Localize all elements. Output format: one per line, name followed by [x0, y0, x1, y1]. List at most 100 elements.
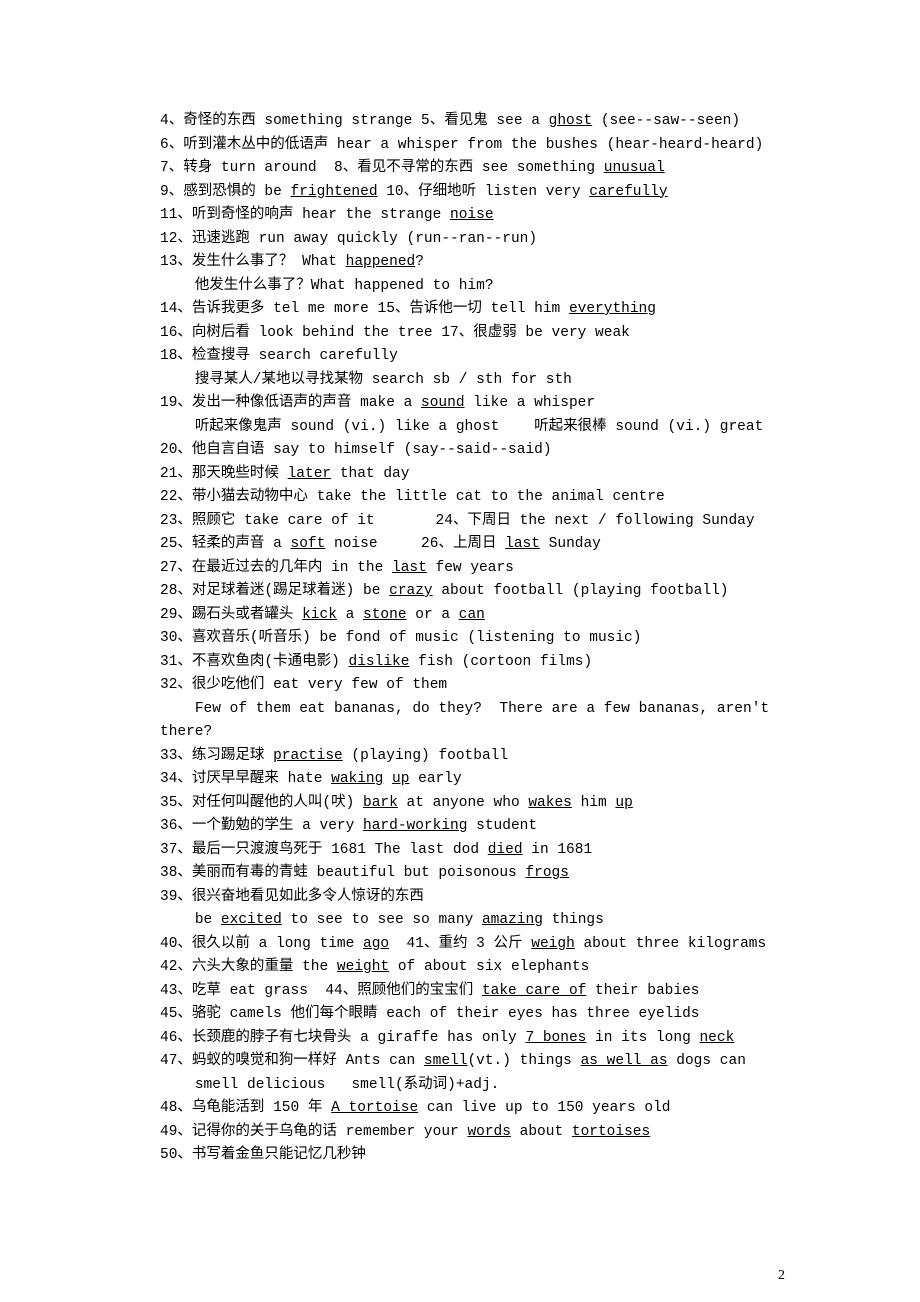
text-line: 4、奇怪的东西 something strange 5、看见鬼 see a gh… [160, 110, 788, 134]
underlined-text: tortoises [572, 1124, 650, 1140]
text-segment: about three kilograms [575, 936, 766, 952]
text-line: 45、骆驼 camels 他们每个眼睛 each of their eyes h… [160, 1003, 788, 1027]
text-segment: 6、听到灌木丛中的低语声 hear a whisper from the bus… [160, 137, 763, 153]
text-line: 18、检查搜寻 search carefully [160, 345, 788, 369]
text-line: 50、书写着金鱼只能记忆几秒钟 [160, 1144, 788, 1168]
text-line: 27、在最近过去的几年内 in the last few years [160, 557, 788, 581]
underlined-text: can [459, 607, 485, 623]
text-segment: (playing) football [343, 748, 508, 764]
text-line: 32、很少吃他们 eat very few of them [160, 674, 788, 698]
text-segment: at anyone who [398, 795, 529, 811]
text-line: 36、一个勤勉的学生 a very hard-working student [160, 815, 788, 839]
underlined-text: died [488, 842, 523, 858]
underlined-text: weight [337, 959, 389, 975]
text-segment: 48、乌龟能活到 150 年 [160, 1100, 331, 1116]
text-line: 35、对任何叫醒他的人叫(吠) bark at anyone who wakes… [160, 792, 788, 816]
underlined-text: noise [450, 207, 494, 223]
text-segment: in 1681 [523, 842, 593, 858]
text-segment: 22、带小猫去动物中心 take the little cat to the a… [160, 489, 665, 505]
text-segment: 20、他自言自语 say to himself (say--said--said… [160, 442, 552, 458]
text-line: 听起来像鬼声 sound (vi.) like a ghost 听起来很棒 so… [160, 416, 788, 440]
text-segment: (see--saw--seen) [592, 113, 740, 129]
text-segment: 13、发生什么事了？ What [160, 254, 346, 270]
text-segment: 19、发出一种像低语声的声音 make a [160, 395, 421, 411]
text-segment: to see to see so many [282, 912, 482, 928]
text-line: 42、六头大象的重量 the weight of about six eleph… [160, 956, 788, 980]
text-segment: 29、踢石头或者罐头 [160, 607, 302, 623]
text-line: 37、最后一只渡渡鸟死于 1681 The last dod died in 1… [160, 839, 788, 863]
underlined-text: everything [569, 301, 656, 317]
text-segment: can live up to 150 years old [418, 1100, 670, 1116]
text-segment: 41、重约 3 公斤 [389, 936, 531, 952]
underlined-text: last [392, 560, 427, 576]
text-segment: that day [331, 466, 409, 482]
underlined-text: bark [363, 795, 398, 811]
document-page: 4、奇怪的东西 something strange 5、看见鬼 see a gh… [0, 0, 920, 1228]
underlined-text: frogs [525, 865, 569, 881]
text-segment: about football (playing football) [433, 583, 729, 599]
text-line: 39、很兴奋地看见如此多令人惊讶的东西 [160, 886, 788, 910]
text-segment: 搜寻某人/某地以寻找某物 search sb / sth for sth [160, 372, 572, 388]
underlined-text: hard-working [363, 818, 467, 834]
text-segment: a [337, 607, 363, 623]
text-segment: their babies [586, 983, 699, 999]
text-segment: 21、那天晚些时候 [160, 466, 288, 482]
text-line: 22、带小猫去动物中心 take the little cat to the a… [160, 486, 788, 510]
text-line: 12、迅速逃跑 run away quickly (run--ran--run) [160, 228, 788, 252]
text-segment: dogs can [668, 1053, 746, 1069]
text-line: 29、踢石头或者罐头 kick a stone or a can [160, 604, 788, 628]
underlined-text: weigh [531, 936, 575, 952]
text-segment: 14、告诉我更多 tel me more 15、告诉他一切 tell him [160, 301, 569, 317]
text-line: 34、讨厌早早醒来 hate waking up early [160, 768, 788, 792]
text-segment: of about six elephants [389, 959, 589, 975]
text-segment: 46、长颈鹿的脖子有七块骨头 a giraffe has only [160, 1030, 525, 1046]
text-line: 11、听到奇怪的响声 hear the strange noise [160, 204, 788, 228]
text-line: 46、长颈鹿的脖子有七块骨头 a giraffe has only 7 bone… [160, 1027, 788, 1051]
underlined-text: up [615, 795, 632, 811]
page-number: 2 [0, 1228, 920, 1284]
text-line: 31、不喜欢鱼肉(卡通电影) dislike fish (cortoon fil… [160, 651, 788, 675]
text-segment: noise 26、上周日 [325, 536, 505, 552]
text-line: 47、蚂蚁的嗅觉和狗一样好 Ants can smell(vt.) things… [160, 1050, 788, 1074]
text-segment: about [511, 1124, 572, 1140]
text-segment: 37、最后一只渡渡鸟死于 1681 The last dod [160, 842, 488, 858]
text-line: 25、轻柔的声音 a soft noise 26、上周日 last Sunday [160, 533, 788, 557]
text-line: 19、发出一种像低语声的声音 make a sound like a whisp… [160, 392, 788, 416]
text-segment [383, 771, 392, 787]
text-line: 38、美丽而有毒的青蛙 beautiful but poisonous frog… [160, 862, 788, 886]
text-line: 49、记得你的关于乌龟的话 remember your words about … [160, 1121, 788, 1145]
underlined-text: later [288, 466, 332, 482]
underlined-text: smell [424, 1053, 468, 1069]
text-segment: smell delicious smell(系动词)+adj. [160, 1077, 499, 1093]
underlined-text: ago [363, 936, 389, 952]
underlined-text: excited [221, 912, 282, 928]
text-line: be excited to see to see so many amazing… [160, 909, 788, 933]
text-line: 6、听到灌木丛中的低语声 hear a whisper from the bus… [160, 134, 788, 158]
underlined-text: last [505, 536, 540, 552]
text-segment: 12、迅速逃跑 run away quickly (run--ran--run) [160, 231, 537, 247]
text-segment: 4、奇怪的东西 something strange 5、看见鬼 see a [160, 113, 549, 129]
underlined-text: carefully [589, 184, 667, 200]
text-line: 43、吃草 eat grass 44、照顾他们的宝宝们 take care of… [160, 980, 788, 1004]
text-segment: fish (cortoon films) [409, 654, 592, 670]
underlined-text: A tortoise [331, 1100, 418, 1116]
text-segment: in its long [586, 1030, 699, 1046]
text-line: 48、乌龟能活到 150 年 A tortoise can live up to… [160, 1097, 788, 1121]
text-line: 7、转身 turn around 8、看见不寻常的东西 see somethin… [160, 157, 788, 181]
text-segment: 16、向树后看 look behind the tree 17、很虚弱 be v… [160, 325, 630, 341]
underlined-text: crazy [389, 583, 433, 599]
underlined-text: wakes [528, 795, 572, 811]
text-segment: 30、喜欢音乐(听音乐) be fond of music (listening… [160, 630, 641, 646]
text-line: 20、他自言自语 say to himself (say--said--said… [160, 439, 788, 463]
text-line: 9、感到恐惧的 be frightened 10、仔细地听 listen ver… [160, 181, 788, 205]
text-line: 33、练习踢足球 practise (playing) football [160, 745, 788, 769]
text-segment: 34、讨厌早早醒来 hate [160, 771, 331, 787]
text-segment: him [572, 795, 616, 811]
underlined-text: neck [699, 1030, 734, 1046]
underlined-text: amazing [482, 912, 543, 928]
text-segment: Sunday [540, 536, 601, 552]
text-segment: 45、骆驼 camels 他们每个眼睛 each of their eyes h… [160, 1006, 699, 1022]
text-line: 13、发生什么事了？ What happened? [160, 251, 788, 275]
text-segment: 23、照顾它 take care of it 24、下周日 the next /… [160, 513, 755, 529]
underlined-text: dislike [349, 654, 410, 670]
